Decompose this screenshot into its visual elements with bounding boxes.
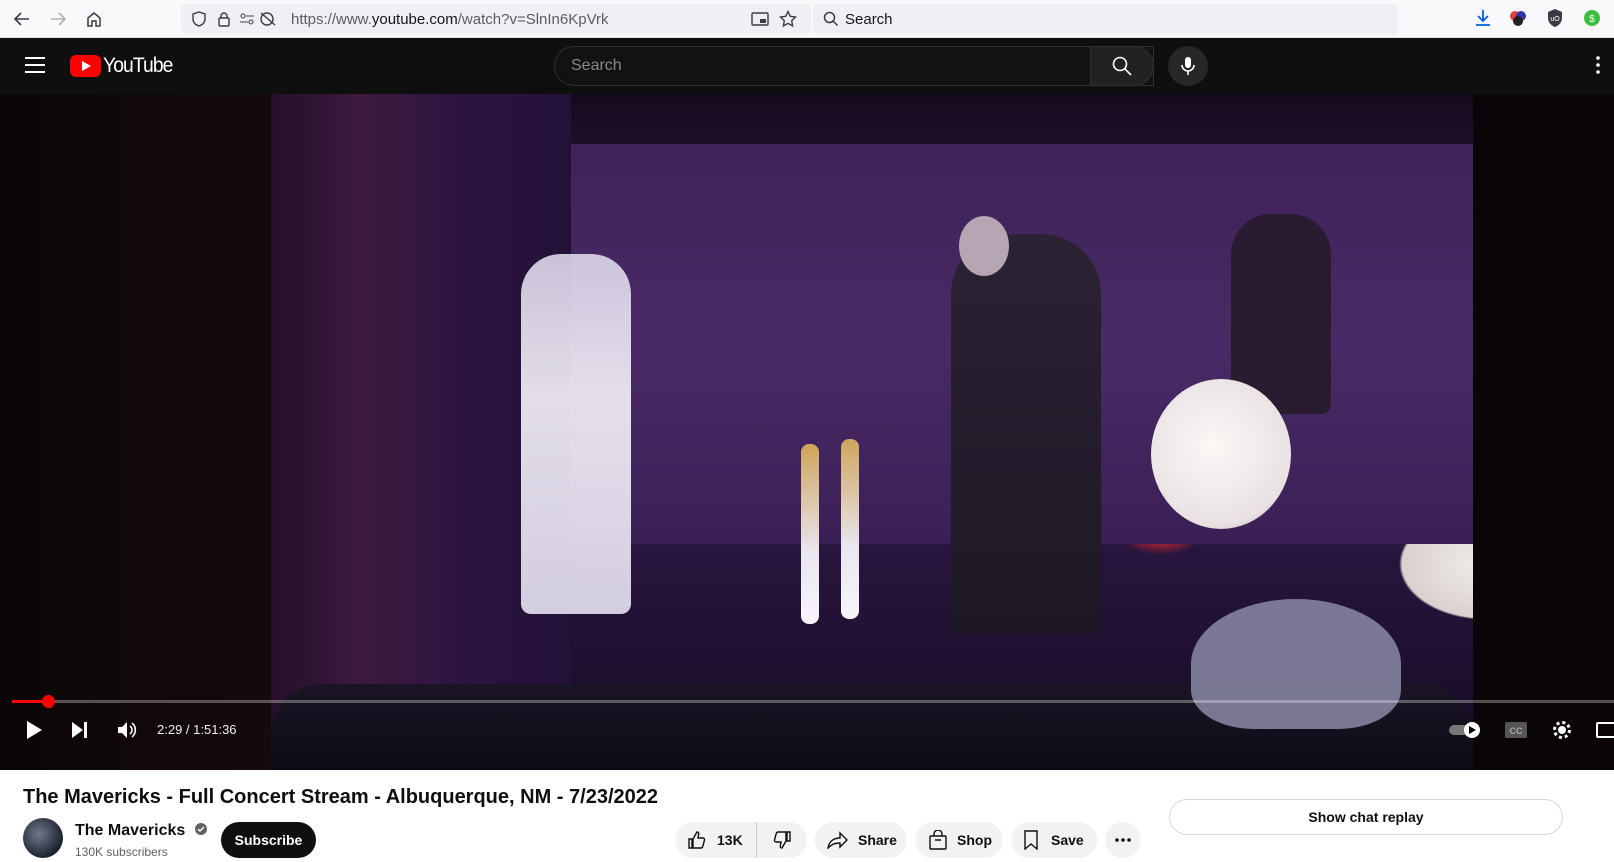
- thumbs-up-icon: [688, 831, 706, 849]
- miniplayer-icon: [1596, 722, 1614, 738]
- next-track-icon: [72, 722, 87, 738]
- extension-colors-icon[interactable]: [1508, 8, 1528, 28]
- svg-text:$: $: [1589, 14, 1595, 25]
- video-letterbox-right: [1473, 94, 1614, 770]
- current-time: 2:29: [157, 722, 183, 737]
- permissions-icon[interactable]: [239, 12, 255, 31]
- ublock-shield-icon[interactable]: uO: [1545, 8, 1565, 28]
- like-dislike-group: 13K: [675, 822, 807, 858]
- share-label: Share: [858, 832, 897, 848]
- time-display: 2:29 / 1:51:36: [157, 722, 237, 737]
- miniplayer-button[interactable]: [1596, 714, 1614, 746]
- autoplay-toggle[interactable]: [1448, 714, 1484, 746]
- video-title: The Mavericks - Full Concert Stream - Al…: [23, 786, 658, 808]
- video-letterbox-left: [0, 94, 271, 770]
- bookmark-star-icon[interactable]: [778, 9, 798, 33]
- shop-label: Shop: [957, 832, 992, 848]
- autoplay-toggle-icon: [1449, 722, 1480, 738]
- svg-text:CC: CC: [1510, 726, 1523, 736]
- gear-icon: [1553, 721, 1571, 739]
- like-count: 13K: [717, 832, 743, 848]
- guitarist-head: [959, 216, 1009, 276]
- dislike-button[interactable]: [757, 822, 807, 858]
- youtube-header: YouTube Search: [0, 38, 1614, 94]
- guitar-stand-2: [841, 439, 859, 619]
- browser-search-bar[interactable]: Search: [813, 4, 1398, 34]
- captions-button[interactable]: CC: [1502, 714, 1530, 746]
- guitar-stand-1: [801, 444, 819, 624]
- share-arrow-icon: [827, 831, 848, 849]
- cowboy-hat: [1191, 599, 1401, 729]
- progress-bar[interactable]: [12, 695, 1614, 708]
- guitarist-white-suit: [521, 254, 631, 614]
- extension-green-icon[interactable]: $: [1582, 8, 1602, 28]
- youtube-search-placeholder: Search: [571, 57, 622, 74]
- more-horizontal-icon: [1115, 838, 1131, 842]
- channel-name-text: The Mavericks: [75, 822, 186, 839]
- more-options-vertical-icon[interactable]: [1596, 56, 1600, 79]
- show-chat-replay-button[interactable]: Show chat replay: [1169, 799, 1563, 835]
- search-icon: [1112, 56, 1132, 76]
- more-actions-button[interactable]: [1105, 822, 1141, 858]
- bookmark-icon: [1024, 830, 1038, 850]
- video-player[interactable]: 2:29 / 1:51:36 CC: [0, 94, 1614, 770]
- play-icon: [27, 721, 42, 739]
- channel-avatar[interactable]: [23, 818, 63, 858]
- shop-button[interactable]: Shop: [915, 822, 1003, 858]
- back-arrow-icon[interactable]: [10, 7, 34, 31]
- youtube-play-logo-icon: [70, 55, 101, 77]
- browser-search-placeholder: Search: [845, 11, 893, 28]
- picture-in-picture-icon[interactable]: [751, 11, 769, 32]
- youtube-search-button[interactable]: [1090, 46, 1154, 86]
- video-frame[interactable]: [271, 94, 1473, 770]
- svg-text:uO: uO: [1550, 16, 1560, 23]
- next-button[interactable]: [66, 714, 94, 746]
- verified-check-icon: [194, 823, 207, 835]
- thumbs-down-icon: [773, 831, 791, 849]
- like-button[interactable]: 13K: [675, 822, 757, 858]
- shield-icon[interactable]: [191, 11, 207, 32]
- closed-captions-icon: CC: [1505, 722, 1527, 738]
- save-label: Save: [1051, 832, 1084, 848]
- time-separator: /: [182, 722, 194, 737]
- subscribe-button[interactable]: Subscribe: [221, 822, 316, 858]
- duration: 1:51:36: [193, 722, 237, 737]
- search-icon: [823, 11, 839, 32]
- subscriber-count: 130K subscribers: [75, 845, 168, 859]
- lock-icon[interactable]: [217, 11, 231, 32]
- play-button[interactable]: [20, 714, 48, 746]
- bass-drum: [1151, 379, 1291, 529]
- channel-name[interactable]: The Mavericks: [75, 822, 208, 840]
- share-button[interactable]: Share: [815, 822, 907, 858]
- save-button[interactable]: Save: [1011, 822, 1097, 858]
- address-bar[interactable]: https://www.youtube.com/watch?v=SlnIn6Kp…: [181, 4, 811, 34]
- url-text[interactable]: https://www.youtube.com/watch?v=SlnIn6Kp…: [291, 11, 609, 28]
- forward-arrow-icon[interactable]: [46, 7, 70, 31]
- youtube-logo-text: YouTube: [103, 54, 173, 77]
- volume-icon: [118, 722, 137, 738]
- home-icon[interactable]: [82, 7, 106, 31]
- browser-toolbar: https://www.youtube.com/watch?v=SlnIn6Kp…: [0, 0, 1614, 38]
- guitarist-dark-shirt: [951, 234, 1101, 634]
- hamburger-menu-icon[interactable]: [24, 55, 46, 80]
- progress-scrubber[interactable]: [41, 695, 55, 708]
- download-icon[interactable]: [1473, 8, 1493, 28]
- microphone-icon: [1181, 57, 1195, 75]
- volume-button[interactable]: [112, 714, 144, 746]
- youtube-logo[interactable]: YouTube: [70, 54, 179, 78]
- youtube-search-input[interactable]: Search: [554, 46, 1154, 86]
- voice-search-button[interactable]: [1168, 46, 1208, 86]
- camera-off-icon[interactable]: [259, 11, 277, 32]
- settings-button[interactable]: [1548, 714, 1576, 746]
- shopping-bag-icon: [929, 830, 947, 850]
